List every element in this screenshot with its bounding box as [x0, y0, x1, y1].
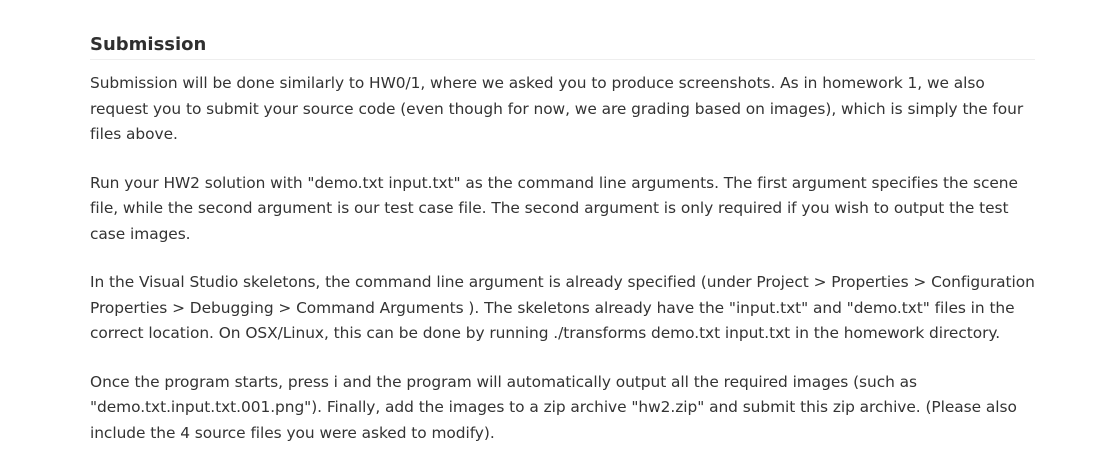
section-heading: Submission — [90, 34, 1035, 60]
paragraph-run-instructions: Run your HW2 solution with "demo.txt inp… — [90, 173, 1018, 243]
paragraph-output-images: Once the program starts, press i and the… — [90, 372, 1017, 442]
submission-section: Submission Submission will be done simil… — [90, 34, 1035, 446]
paragraph-submission-overview: Submission will be done similarly to HW0… — [90, 74, 1024, 143]
paragraph-visual-studio-setup: In the Visual Studio skeletons, the comm… — [90, 273, 1035, 342]
